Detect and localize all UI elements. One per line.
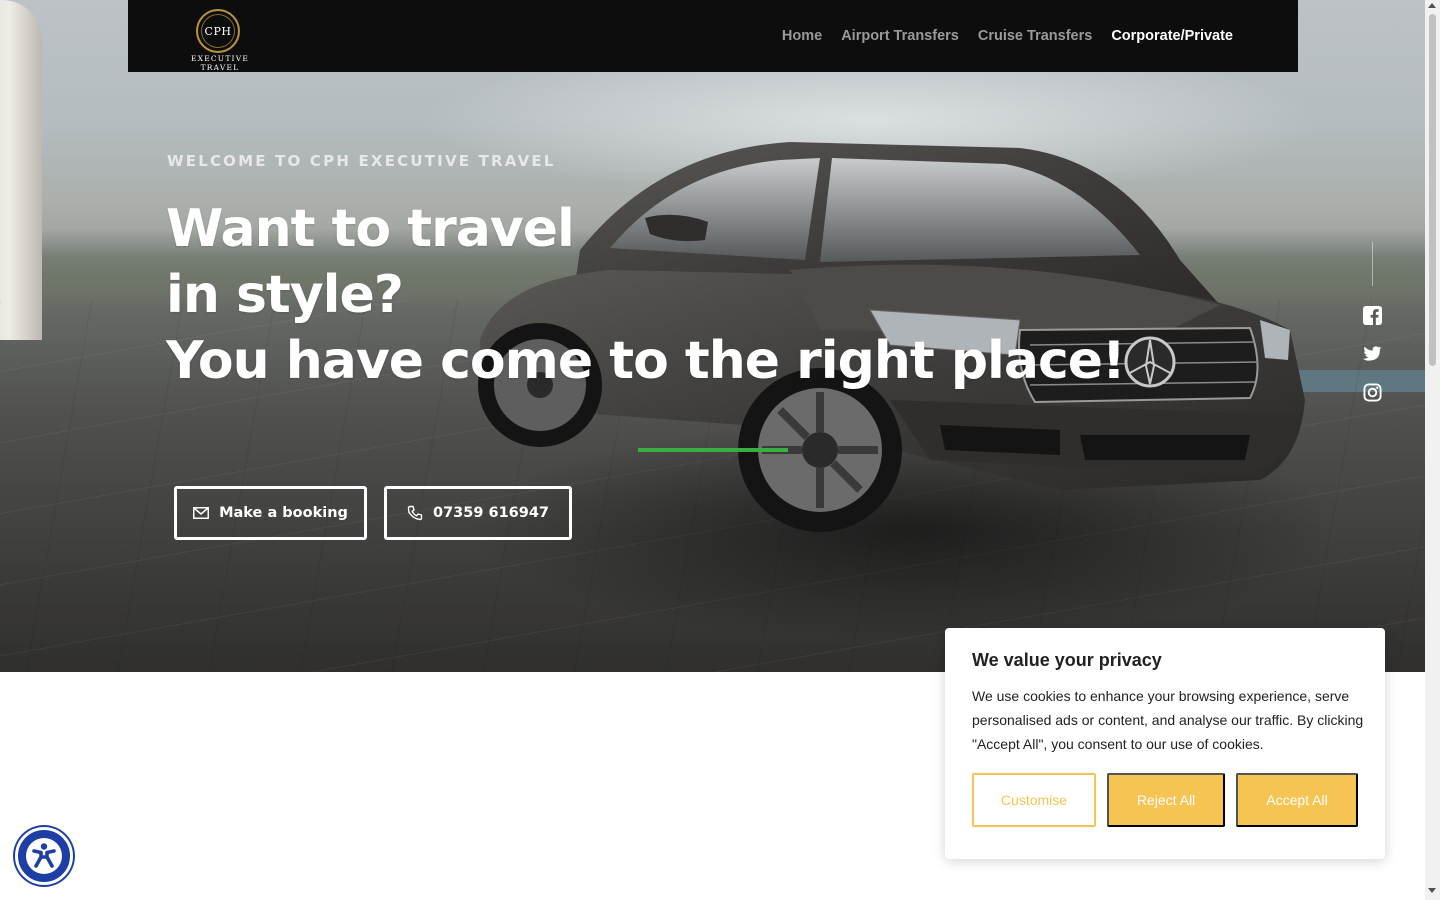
cookie-description: We use cookies to enhance your browsing … xyxy=(972,688,1364,752)
phone-icon xyxy=(407,505,423,521)
scroll-up-arrow-icon[interactable] xyxy=(1428,3,1436,8)
logo-tagline: EXECUTIVE TRAVEL xyxy=(190,54,249,72)
accept-all-button[interactable]: Accept All xyxy=(1236,773,1358,827)
instagram-icon[interactable] xyxy=(1363,383,1382,402)
phone-button[interactable]: 07359 616947 xyxy=(384,486,572,540)
facebook-icon[interactable] xyxy=(1363,306,1382,325)
phone-label: 07359 616947 xyxy=(432,505,550,521)
reject-all-button[interactable]: Reject All xyxy=(1107,773,1225,827)
hero-accent-line xyxy=(638,448,788,452)
hero-headline-line-2: in style? xyxy=(166,265,404,325)
hero-eyebrow: WELCOME TO CPH EXECUTIVE TRAVEL xyxy=(167,152,556,170)
hero-building xyxy=(0,0,42,340)
accessibility-icon xyxy=(26,838,62,874)
customise-button[interactable]: Customise xyxy=(972,773,1096,827)
mail-icon xyxy=(193,507,210,519)
accessibility-button[interactable] xyxy=(15,827,73,885)
cookie-consent-banner: We value your privacy We use cookies to … xyxy=(945,628,1385,859)
scroll-down-arrow-icon[interactable] xyxy=(1428,888,1436,893)
scrollbar-thumb[interactable] xyxy=(1429,14,1436,366)
cookie-title: We value your privacy xyxy=(972,650,1162,670)
nav-corporate-private[interactable]: Corporate/Private xyxy=(1111,28,1233,44)
page-scrollbar[interactable] xyxy=(1425,0,1440,900)
twitter-icon[interactable] xyxy=(1363,344,1382,363)
nav-home[interactable]: Home xyxy=(782,28,822,44)
logo-emblem: CPH xyxy=(196,9,240,53)
hero-headline-line-3: You have come to the right place! xyxy=(166,331,1126,391)
hero-headline-line-1: Want to travel xyxy=(166,199,575,259)
make-booking-button[interactable]: Make a booking xyxy=(174,486,367,540)
logo-monogram: CPH xyxy=(204,24,232,38)
social-divider xyxy=(1372,242,1373,286)
site-header: CPH EXECUTIVE TRAVEL Home Airport Transf… xyxy=(128,0,1298,72)
nav-airport-transfers[interactable]: Airport Transfers xyxy=(841,28,959,44)
brand-logo[interactable]: CPH EXECUTIVE TRAVEL xyxy=(170,8,270,72)
main-nav: Home Airport Transfers Cruise Transfers … xyxy=(782,0,1233,72)
nav-cruise-transfers[interactable]: Cruise Transfers xyxy=(978,28,1092,44)
make-booking-label: Make a booking xyxy=(219,505,348,521)
hero-headline: Want to travel in style? You have come t… xyxy=(166,196,1126,394)
